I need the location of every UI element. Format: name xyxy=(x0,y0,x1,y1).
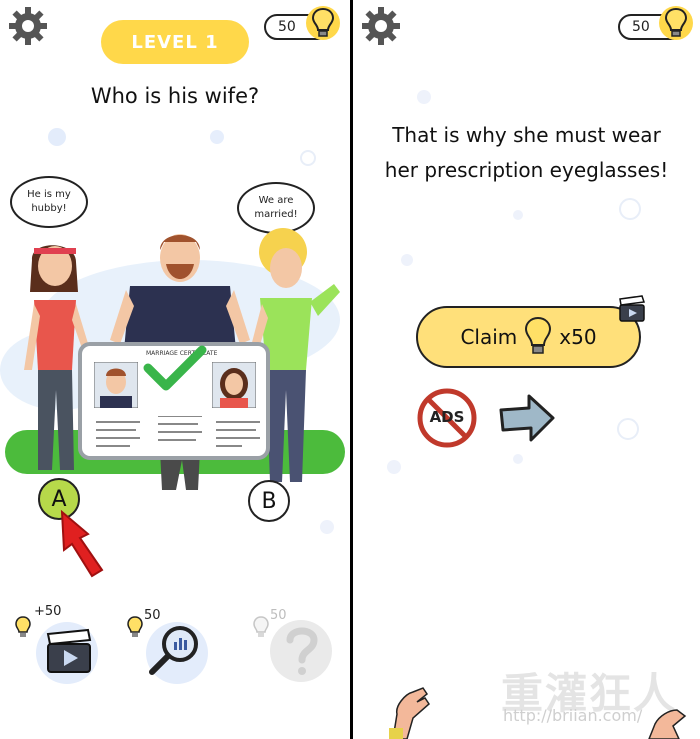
claim-button[interactable]: Claim x50 xyxy=(416,306,641,368)
level-badge: LEVEL 1 xyxy=(101,20,249,64)
bg-dot xyxy=(513,454,523,464)
speech-bubble-right-text: We are married! xyxy=(254,195,298,220)
lightbulb-icon xyxy=(311,7,335,37)
bulb-count-value: 50 xyxy=(278,19,296,35)
no-ads-button[interactable]: ADS xyxy=(417,388,477,448)
lightbulb-icon xyxy=(253,616,269,637)
lightbulb-icon xyxy=(15,616,31,637)
clapping-hands-icon xyxy=(648,709,687,739)
bg-dot xyxy=(320,520,334,534)
watermark-url: http://briian.com/ xyxy=(503,706,643,725)
checkmark-icon xyxy=(143,345,207,391)
red-arrow-icon xyxy=(60,509,104,578)
left-screen: 50 LEVEL 1 Who is his wife? He is my hub… xyxy=(0,0,350,739)
bg-dot xyxy=(513,210,523,220)
hint-search-button[interactable]: 50 xyxy=(126,604,216,684)
clapping-hands-icon xyxy=(389,687,430,739)
right-screen: 50 That is why she must wear her prescri… xyxy=(353,0,700,739)
claim-label: Claim xyxy=(460,325,518,349)
gear-icon[interactable] xyxy=(8,6,48,46)
video-clapper-icon xyxy=(46,628,92,673)
no-ads-label: ADS xyxy=(429,408,465,426)
magnifier-icon xyxy=(149,626,198,675)
man-photo xyxy=(94,362,138,408)
speech-bubble-left-text: He is my hubby! xyxy=(27,189,71,214)
answer-b-button[interactable]: B xyxy=(248,480,290,522)
hint-video-cost: +50 xyxy=(34,604,62,619)
message-text: That is why she must wear her prescripti… xyxy=(353,118,700,188)
lightbulb-icon xyxy=(664,7,688,37)
bulb-count-value: 50 xyxy=(632,19,650,35)
bg-dot xyxy=(48,128,66,146)
bg-dot xyxy=(401,254,413,266)
bg-dot xyxy=(617,418,639,440)
question-mark-icon xyxy=(286,627,318,675)
video-clapper-icon xyxy=(619,295,645,322)
bg-dot xyxy=(619,198,641,220)
hint-question-cost: 50 xyxy=(270,608,287,623)
gear-icon[interactable] xyxy=(361,6,401,46)
bg-dot xyxy=(387,460,401,474)
bg-dot xyxy=(300,150,316,166)
hint-video-button[interactable]: +50 xyxy=(14,604,104,684)
lightbulb-icon xyxy=(127,616,143,637)
hint-question-button[interactable]: 50 xyxy=(252,604,342,684)
message-text-content: That is why she must wear her prescripti… xyxy=(384,123,669,182)
question-text: Who is his wife? xyxy=(90,84,260,108)
certificate-lines xyxy=(96,416,260,447)
lightbulb-icon xyxy=(525,316,552,354)
wife-photo xyxy=(212,362,256,408)
bg-dot xyxy=(210,130,224,144)
claim-multiplier: x50 xyxy=(559,325,597,349)
bg-dot xyxy=(417,90,431,104)
next-arrow-icon[interactable] xyxy=(497,392,557,444)
